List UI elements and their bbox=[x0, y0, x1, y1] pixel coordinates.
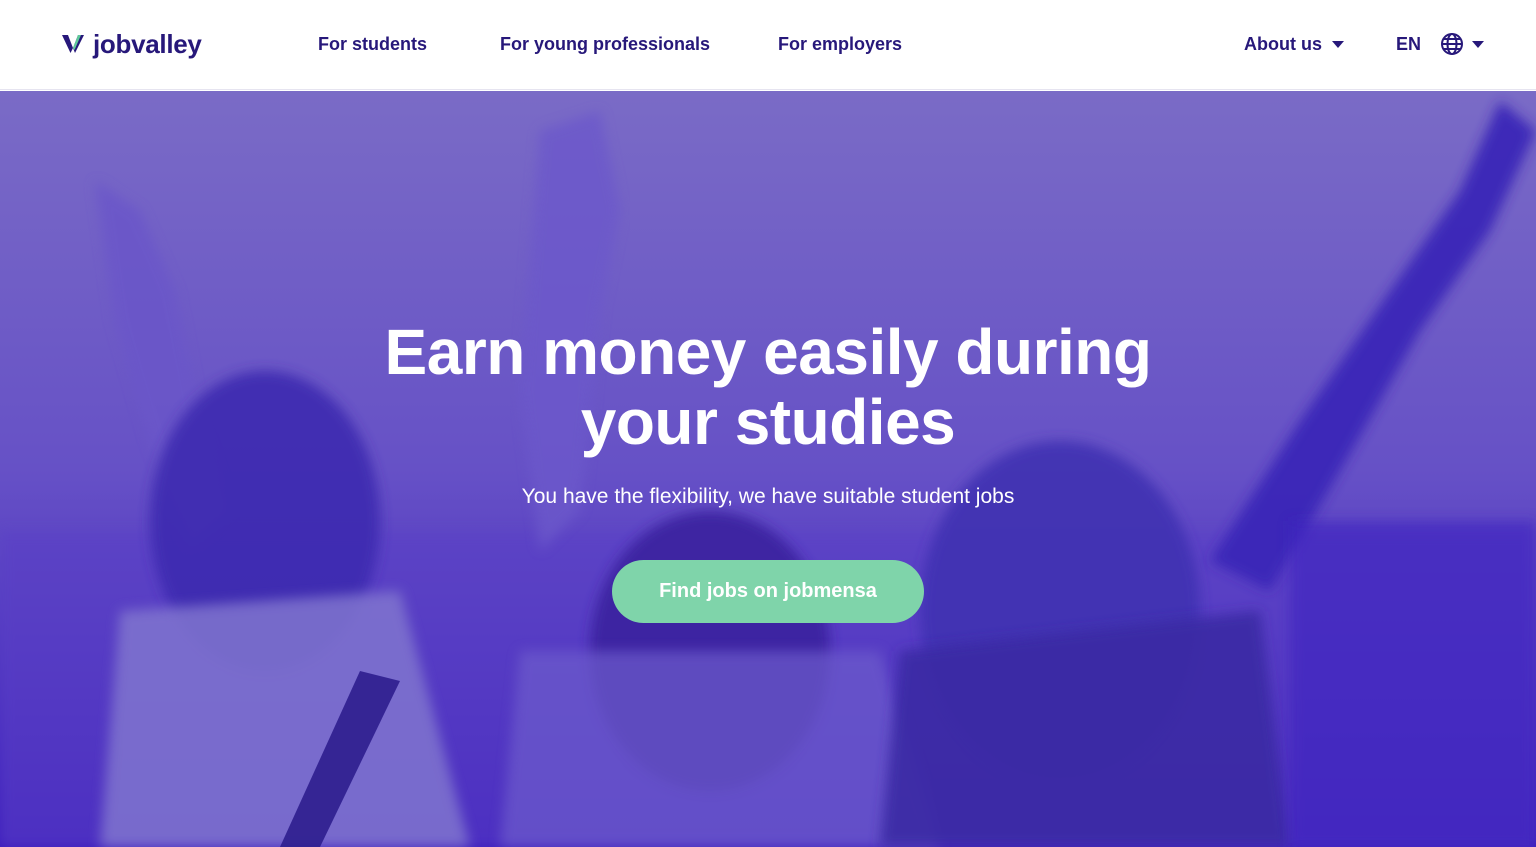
globe-icon bbox=[1441, 33, 1464, 55]
language-selector[interactable]: EN bbox=[1396, 31, 1485, 57]
nav-for-young-professionals[interactable]: For young professionals bbox=[500, 33, 710, 55]
jobvalley-logo[interactable]: jobvalley bbox=[61, 27, 202, 61]
site-header: jobvalley For students For young profess… bbox=[0, 0, 1536, 90]
nav-for-students[interactable]: For students bbox=[318, 33, 427, 55]
hero-subtitle: You have the flexibility, we have suitab… bbox=[521, 485, 1015, 508]
about-us-label: About us bbox=[1244, 34, 1322, 54]
chevron-down-icon bbox=[1332, 40, 1344, 48]
language-code: EN bbox=[1396, 34, 1422, 54]
hero-content: Earn money easily during your studies Yo… bbox=[0, 91, 1536, 847]
about-us-dropdown[interactable]: About us bbox=[1244, 33, 1344, 55]
logo-text: jobvalley bbox=[93, 29, 202, 59]
find-jobs-button[interactable]: Find jobs on jobmensa bbox=[612, 560, 924, 623]
hero-title-line2: your studies bbox=[580, 386, 956, 458]
nav-for-employers[interactable]: For employers bbox=[778, 33, 902, 55]
v-logo-icon bbox=[62, 35, 84, 53]
hero-title-line1: Earn money easily during bbox=[384, 316, 1152, 388]
chevron-down-icon bbox=[1472, 40, 1485, 48]
hero-section: Earn money easily during your studies Yo… bbox=[0, 91, 1536, 847]
hero-title: Earn money easily during your studies bbox=[268, 317, 1268, 457]
